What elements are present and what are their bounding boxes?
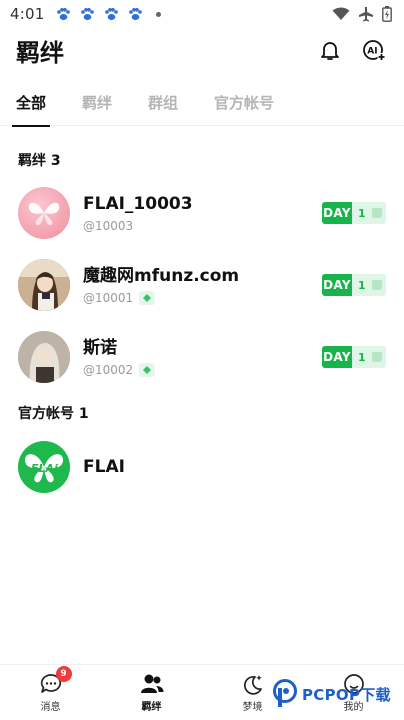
nav-label: 羁绊 bbox=[141, 702, 162, 713]
flai-logo: FLAi bbox=[18, 441, 70, 493]
paw-icon bbox=[81, 8, 95, 20]
contact-handle: @10001 bbox=[83, 291, 134, 305]
notification-dot bbox=[156, 11, 162, 17]
bond-level-icon bbox=[371, 352, 382, 362]
day-streak-badge: DAY 1 bbox=[322, 346, 386, 368]
day-label: DAY bbox=[322, 346, 352, 368]
contact-row[interactable]: 斯诺 @10002 DAY 1 bbox=[0, 325, 404, 389]
tab-bonds[interactable]: 羁绊 bbox=[82, 80, 112, 126]
status-bar: 4:01 bbox=[0, 0, 404, 28]
logo-text: FLAi bbox=[31, 462, 58, 475]
contact-handle: @10003 bbox=[83, 219, 134, 233]
unread-count-badge: 9 bbox=[55, 666, 72, 682]
section-title-official: 官方帐号 1 bbox=[18, 406, 89, 422]
airplane-icon bbox=[359, 7, 373, 22]
watermark-text: PCPOP下载 bbox=[302, 685, 391, 704]
tab-official-accounts[interactable]: 官方帐号 bbox=[214, 80, 274, 126]
butterfly-logo-icon: FLAi bbox=[24, 454, 64, 483]
character-portrait-icon bbox=[18, 259, 70, 311]
svg-text:AI: AI bbox=[367, 47, 377, 57]
site-watermark: PCPOP下载 bbox=[272, 674, 400, 714]
day-streak-badge: DAY 1 bbox=[322, 274, 386, 296]
notifications-button[interactable] bbox=[316, 36, 344, 64]
avatar bbox=[18, 187, 70, 239]
day-count: 1 bbox=[358, 278, 366, 292]
paw-icon bbox=[105, 8, 119, 20]
ai-plus-icon: AI bbox=[363, 40, 386, 61]
day-count: 1 bbox=[358, 350, 366, 364]
tab-groups[interactable]: 群组 bbox=[148, 80, 178, 126]
contact-row[interactable]: FLAI_10003 @10003 DAY 1 bbox=[0, 181, 404, 245]
day-streak-badge: DAY 1 bbox=[322, 202, 386, 224]
day-label: DAY bbox=[322, 274, 352, 296]
verified-icon bbox=[139, 363, 156, 377]
verified-icon bbox=[139, 291, 156, 305]
contact-row[interactable]: 魔趣网mfunz.com @10001 DAY 1 bbox=[0, 253, 404, 317]
contact-name: 魔趣网mfunz.com bbox=[83, 266, 240, 286]
bond-level-icon bbox=[371, 280, 382, 290]
official-account-row[interactable]: FLAi FLAI bbox=[0, 435, 404, 499]
bond-level-icon bbox=[371, 208, 382, 218]
status-time: 4:01 bbox=[10, 5, 45, 23]
paw-icon bbox=[129, 8, 143, 20]
butterfly-icon bbox=[28, 202, 60, 226]
official-account-name: FLAI bbox=[83, 457, 125, 477]
nav-label: 梦境 bbox=[242, 702, 263, 713]
day-label: DAY bbox=[322, 202, 352, 224]
bonds-screen: 4:01 羁绊 AI 全部 羁绊 群组 官方帐号 羁绊 3 FLAI_10003… bbox=[0, 0, 404, 720]
app-header: 羁绊 AI bbox=[0, 28, 404, 72]
status-icons bbox=[332, 6, 392, 22]
wifi-icon bbox=[332, 7, 350, 20]
tab-all[interactable]: 全部 bbox=[11, 80, 51, 127]
contact-name: 斯诺 bbox=[83, 338, 117, 358]
header-actions: AI bbox=[316, 36, 388, 64]
moon-sparkle-icon bbox=[243, 675, 262, 695]
page-title: 羁绊 bbox=[16, 38, 64, 67]
character-portrait-icon bbox=[18, 331, 70, 383]
avatar bbox=[18, 331, 70, 383]
filter-tabs: 全部 羁绊 群组 官方帐号 bbox=[0, 80, 404, 127]
battery-icon bbox=[382, 6, 392, 22]
section-title-bonds: 羁绊 3 bbox=[18, 153, 61, 169]
watermark-logo-icon bbox=[273, 679, 297, 707]
people-icon bbox=[140, 674, 163, 693]
paw-icon bbox=[57, 8, 71, 20]
bell-icon bbox=[321, 42, 339, 60]
contact-handle: @10002 bbox=[83, 363, 134, 377]
avatar bbox=[18, 259, 70, 311]
nav-label: 消息 bbox=[40, 702, 61, 713]
nav-item-messages[interactable]: 9 消息 bbox=[0, 665, 101, 720]
day-count: 1 bbox=[358, 206, 366, 220]
contact-name: FLAI_10003 bbox=[83, 194, 193, 214]
ai-add-button[interactable]: AI bbox=[360, 36, 388, 64]
nav-item-bonds[interactable]: 羁绊 bbox=[101, 665, 202, 720]
